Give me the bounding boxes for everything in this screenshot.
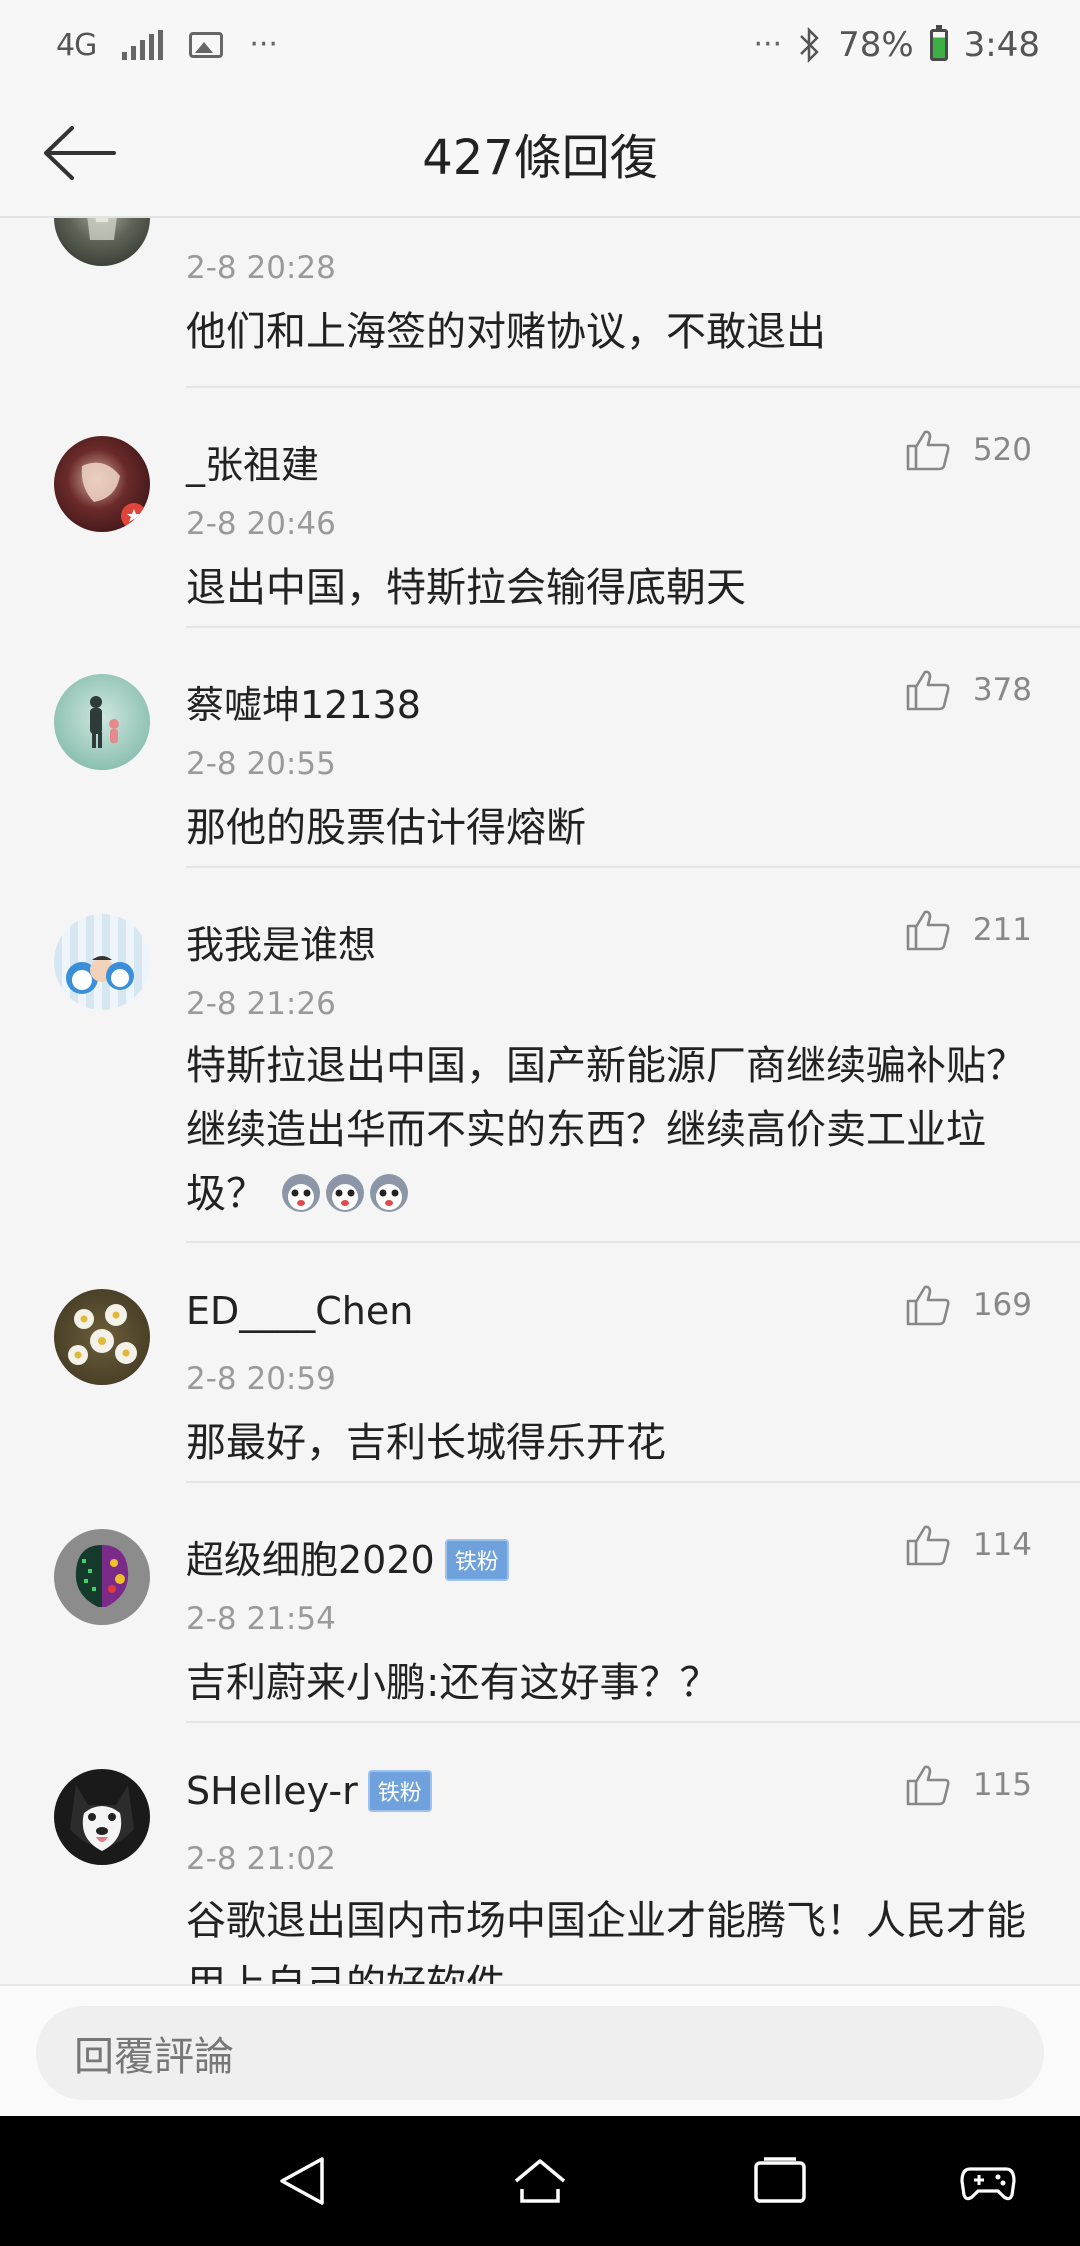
nav-home-button[interactable] [510,2151,570,2211]
avatar[interactable] [54,914,150,1010]
comment-username-text: SHelley-r [186,1769,358,1813]
battery-percent: 78% [838,25,914,65]
nav-recents-button[interactable] [750,2151,810,2211]
fan-badge: 铁粉 [367,1770,432,1812]
reply-bar: 回覆評論 [0,1984,1080,2118]
status-more-right: ··· [753,27,783,62]
comment-text: 退出中国，特斯拉会输得底朝天 [186,565,746,611]
comment-username[interactable]: 我我是谁想 [186,914,376,969]
comment-time: 2-8 20:28 [186,250,336,286]
thumbs-up-icon [906,670,950,711]
avatar[interactable] [54,674,150,770]
status-bar: 4G ··· ··· 78% 3:48 [0,0,1080,90]
nav-back-button[interactable] [272,2151,332,2211]
like-count: 169 [972,1287,1032,1323]
comment-username[interactable]: SHelley-r 铁粉 [186,1769,432,1813]
nav-back-icon [280,2157,324,2205]
like-count: 211 [972,912,1032,948]
fan-badge: 铁粉 [444,1539,509,1581]
like-count: 520 [972,432,1032,468]
comment-username[interactable]: ED____Chen [186,1289,413,1333]
comment-username[interactable]: 超级细胞2020 铁粉 [186,1529,509,1584]
comment-time: 2-8 20:46 [186,506,336,542]
comment-username-text: 超级细胞2020 [186,1538,435,1582]
like-count: 378 [972,672,1032,708]
comment-text: 谷歌退出国内市场中国企业才能腾飞！人民才能用上自己的好软件 [186,1898,1026,1984]
comment-username[interactable]: _张祖建 [186,434,319,489]
comment-time: 2-8 21:02 [186,1841,336,1877]
like-button[interactable]: 520 [905,428,1032,472]
comment-item: SHelley-r 铁粉 115 2-8 21:02 谷歌退出国内市场中国企业才能… [0,1723,1080,1984]
comment-time: 2-8 21:26 [186,986,336,1022]
status-left: 4G ··· [56,20,278,70]
avatar[interactable] [54,1289,150,1385]
comment-time: 2-8 20:59 [186,1361,336,1397]
comment-item: 我我是谁想 211 2-8 21:26 特斯拉退出中国，国产新能源厂商继续骗补贴… [0,868,1080,1243]
like-button[interactable]: 114 [905,1523,1032,1567]
comment-item: 超级细胞2020 铁粉 114 2-8 21:54 吉利蔚来小鹏:还有这好事？？ [0,1483,1080,1723]
image-icon [189,32,224,58]
comment-text: 那他的股票估计得熔断 [186,805,586,851]
clock: 3:48 [963,25,1040,65]
battery-icon [929,25,948,61]
network-indicator: 4G [56,27,97,63]
thumbs-up-icon [906,1765,950,1806]
avatar[interactable] [54,1769,150,1865]
status-more-left: ··· [249,27,278,62]
comment-username[interactable]: 蔡嘘坤12138 [186,674,421,729]
comment-time: 2-8 20:55 [186,746,336,782]
header: 427條回復 [0,90,1080,218]
comment-list[interactable]: 2-8 20:28 他们和上海签的对赌协议，不敢退出 _张祖建 520 2-8 … [0,218,1080,1984]
signal-icon [122,30,164,60]
comment-text: 那最好，吉利长城得乐开花 [186,1420,666,1466]
page-title: 427條回復 [422,130,658,186]
network-label: 4G [56,27,97,63]
like-button[interactable]: 211 [905,908,1032,952]
comment-text: 他们和上海签的对赌协议，不敢退出 [186,309,826,355]
comment-text: 特斯拉退出中国，国产新能源厂商继续骗补贴？继续造出华而不实的东西？继续高价卖工业… [186,1034,1036,1234]
like-button[interactable]: 378 [905,668,1032,712]
status-right: ··· 78% 3:48 [753,18,1040,72]
avatar[interactable] [54,218,150,266]
comment-item: 2-8 20:28 他们和上海签的对赌协议，不敢退出 [0,218,1080,388]
like-count: 115 [972,1767,1032,1803]
like-button[interactable]: 115 [905,1763,1032,1807]
navigation-bar [0,2116,1080,2246]
comment-item: 蔡嘘坤12138 378 2-8 20:55 那他的股票估计得熔断 [0,628,1080,868]
avatar[interactable] [54,436,150,532]
comment-item: _张祖建 520 2-8 20:46 退出中国，特斯拉会输得底朝天 [0,388,1080,628]
thumbs-up-icon [906,430,950,471]
thumbs-up-icon [906,1285,950,1326]
game-mode-button[interactable] [958,2151,1018,2211]
bluetooth-icon [800,27,819,63]
game-controller-icon [960,2167,1016,2201]
thumbs-up-icon [906,1525,950,1566]
reply-input[interactable]: 回覆評論 [36,2006,1044,2100]
nav-recents-icon [754,2157,806,2203]
comment-time: 2-8 21:54 [186,1601,336,1637]
comment-text: 吉利蔚来小鹏:还有这好事？？ [186,1660,720,1706]
husky-emoji-icon [279,1170,411,1234]
avatar[interactable] [54,1529,150,1625]
thumbs-up-icon [906,910,950,951]
like-count: 114 [972,1527,1032,1563]
nav-home-icon [514,2159,566,2203]
comment-item: ED____Chen 169 2-8 20:59 那最好，吉利长城得乐开花 [0,1243,1080,1483]
like-button[interactable]: 169 [905,1283,1032,1327]
